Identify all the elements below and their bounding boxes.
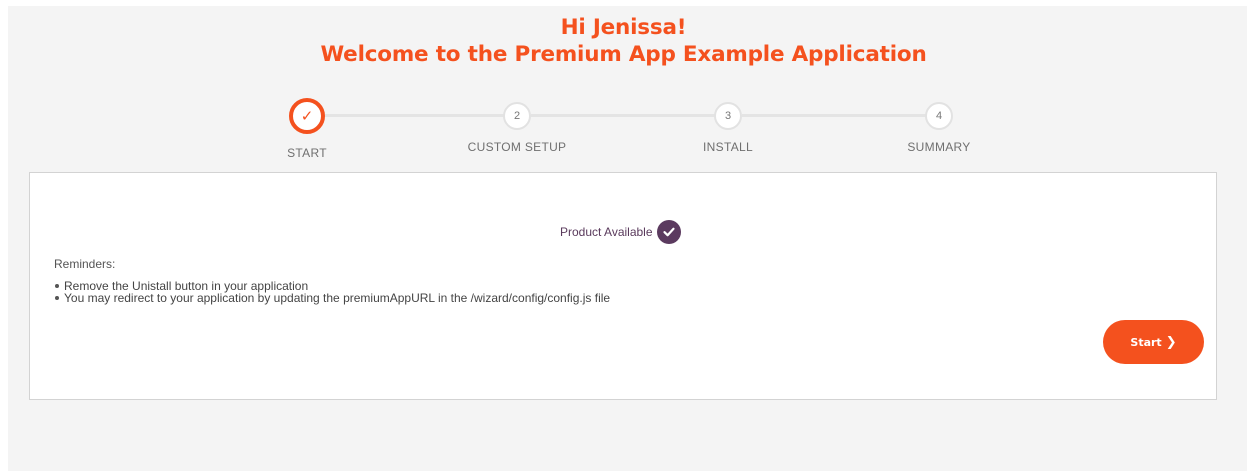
step-number: 3: [724, 110, 732, 122]
list-item: You may redirect to your application by …: [54, 292, 610, 304]
product-status-label: Product Available: [560, 225, 653, 239]
greeting-text: Hi Jenissa!: [560, 15, 687, 40]
step-number: 2: [513, 110, 521, 122]
step-connector: [531, 114, 715, 117]
check-circle-icon: [656, 220, 681, 244]
step-label-start: START: [287, 146, 327, 160]
start-button[interactable]: Start ❯: [1103, 320, 1204, 364]
checkmark-icon: ✓: [300, 108, 314, 125]
product-status: Product Available: [560, 220, 681, 244]
step-1-circle: ✓: [289, 98, 325, 134]
welcome-title: Welcome to the Premium App Example Appli…: [320, 42, 927, 67]
step-2-circle: 2: [503, 102, 531, 130]
step-connector: [742, 114, 926, 117]
welcome-header: Hi Jenissa! Welcome to the Premium App E…: [0, 14, 1247, 68]
reminders-heading: Reminders:: [54, 257, 116, 271]
start-button-label: Start: [1130, 335, 1162, 349]
reminders-list: Remove the Unistall button in your appli…: [54, 280, 610, 304]
step-connector: [325, 114, 504, 117]
step-4-circle: 4: [925, 102, 953, 130]
step-3-circle: 3: [714, 102, 742, 130]
step-number: 4: [935, 110, 943, 122]
step-label-custom-setup: CUSTOM SETUP: [467, 140, 567, 154]
setup-card: Product Available Reminders: Remove the …: [29, 172, 1217, 400]
chevron-right-icon: ❯: [1165, 334, 1177, 350]
step-label-summary: SUMMARY: [907, 140, 971, 154]
step-label-install: INSTALL: [703, 140, 753, 154]
